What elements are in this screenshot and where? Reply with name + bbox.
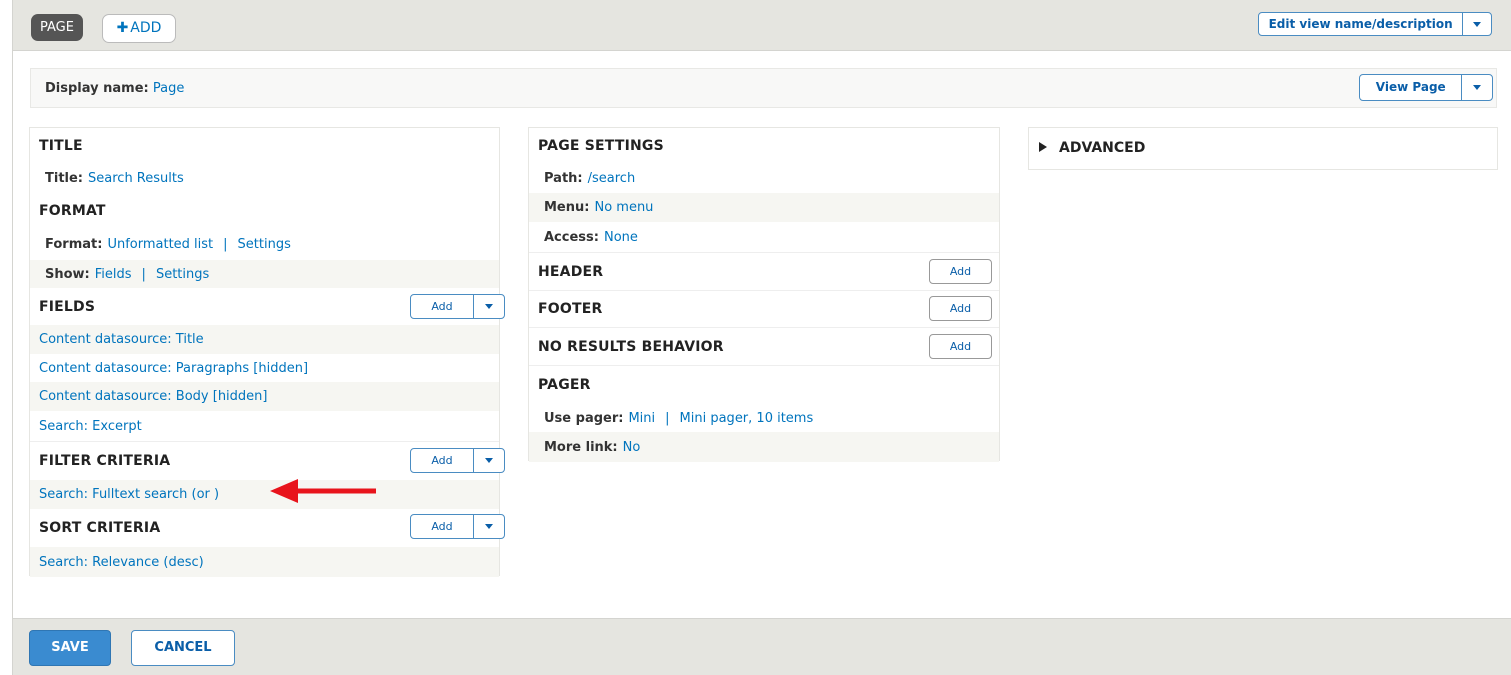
access-link[interactable]: None: [604, 230, 638, 245]
sort-add-dropbutton: Add: [410, 514, 505, 539]
sort-item-link[interactable]: Search: Relevance (desc): [39, 555, 204, 570]
view-page-button[interactable]: View Page: [1360, 75, 1461, 100]
access-label: Access:: [544, 229, 599, 245]
format-settings-link[interactable]: Settings: [238, 237, 291, 252]
display-tabs-bar: PAGE ✚ ADD Edit view name/description: [13, 0, 1511, 51]
more-link-row: More link: No: [529, 432, 999, 462]
filter-add-button[interactable]: Add: [411, 449, 473, 472]
add-display-button[interactable]: ✚ ADD: [102, 14, 176, 43]
path-link[interactable]: /search: [588, 171, 636, 186]
advanced-toggle[interactable]: ADVANCED: [1039, 140, 1145, 156]
filter-add-dropbutton: Add: [410, 448, 505, 473]
cancel-button[interactable]: CANCEL: [131, 630, 235, 666]
fields-add-dropbutton: Add: [410, 294, 505, 319]
header-add-button[interactable]: Add: [929, 259, 992, 284]
field-item-link[interactable]: Search: Excerpt: [39, 419, 142, 434]
column-first: TITLE Title: Search Results FORMAT Format…: [29, 127, 505, 577]
format-label: Format:: [45, 236, 103, 252]
sort-add-button[interactable]: Add: [411, 515, 473, 538]
field-item-link[interactable]: Content datasource: Title: [39, 332, 204, 347]
pager-label: Use pager:: [544, 410, 624, 426]
show-settings-link[interactable]: Settings: [156, 267, 209, 282]
caret-down-icon: [485, 304, 493, 309]
view-page-toggle[interactable]: [1461, 75, 1492, 100]
edit-view-dropbutton: Edit view name/description: [1258, 12, 1492, 36]
field-item[interactable]: Content datasource: Body [hidden]: [30, 382, 499, 411]
plus-icon: ✚: [116, 20, 129, 36]
column-second: PAGE SETTINGS Path:/search Menu: No menu …: [528, 127, 1000, 462]
field-item-link[interactable]: Content datasource: Body [hidden]: [39, 389, 267, 404]
more-link-link[interactable]: No: [623, 440, 641, 455]
show-label: Show:: [45, 266, 90, 282]
show-link[interactable]: Fields: [95, 267, 132, 282]
fields-add-button[interactable]: Add: [411, 295, 473, 318]
format-row: Format: Unformatted list | Settings: [30, 228, 499, 260]
field-item[interactable]: Search: Excerpt: [30, 411, 499, 441]
save-button[interactable]: SAVE: [29, 630, 111, 666]
display-name-link[interactable]: Page: [153, 81, 184, 96]
edit-view-name-button[interactable]: Edit view name/description: [1259, 13, 1462, 35]
display-name-bar: Display name: Page: [30, 68, 1497, 108]
no-results-add-button[interactable]: Add: [929, 334, 992, 359]
caret-down-icon: [1473, 21, 1482, 27]
triangle-right-icon: [1039, 142, 1047, 152]
title-label: Title:: [45, 171, 84, 186]
title-section-header: TITLE: [30, 128, 499, 164]
caret-down-icon: [1473, 85, 1482, 90]
field-item-link[interactable]: Content datasource: Paragraphs [hidden]: [39, 361, 308, 376]
pager-options-link[interactable]: Mini pager, 10 items: [680, 411, 814, 426]
column-third: ADVANCED: [1028, 127, 1498, 170]
menu-label: Menu:: [544, 200, 590, 215]
filter-add-toggle[interactable]: [473, 449, 504, 472]
access-row: Access: None: [529, 222, 999, 252]
path-label: Path:: [544, 171, 583, 186]
separator: |: [665, 410, 670, 426]
more-link-label: More link:: [544, 439, 618, 455]
path-row: Path: /search: [529, 164, 999, 193]
field-item[interactable]: Content datasource: Title: [30, 325, 499, 354]
display-name-label: Display name:: [45, 81, 149, 96]
title-row: Title: Search Results: [30, 164, 499, 193]
sort-add-toggle[interactable]: [473, 515, 504, 538]
add-display-label: ADD: [130, 20, 162, 36]
pager-row: Use pager: Mini | Mini pager, 10 items: [529, 404, 999, 432]
separator: |: [141, 266, 146, 282]
show-row: Show: Fields | Settings: [30, 260, 499, 288]
display-name: Display name: Page: [45, 81, 184, 96]
filter-item[interactable]: Search: Fulltext search (or ): [30, 480, 499, 509]
caret-down-icon: [485, 524, 493, 529]
advanced-label: ADVANCED: [1059, 140, 1146, 156]
separator: |: [223, 236, 228, 252]
title-link[interactable]: Search Results: [88, 171, 184, 186]
caret-down-icon: [485, 458, 493, 463]
menu-link[interactable]: No menu: [594, 200, 653, 215]
footer-add-button[interactable]: Add: [929, 296, 992, 321]
page-settings-header: PAGE SETTINGS: [529, 128, 999, 164]
views-ui-frame: PAGE ✚ ADD Edit view name/description Dis…: [12, 0, 1511, 675]
red-arrow-annotation: [270, 479, 376, 503]
filter-item-link[interactable]: Search: Fulltext search (or ): [39, 487, 219, 502]
form-actions-bar: SAVE CANCEL: [13, 618, 1511, 675]
menu-row: Menu: No menu: [529, 193, 999, 222]
tab-page[interactable]: PAGE: [31, 14, 83, 41]
fields-add-toggle[interactable]: [473, 295, 504, 318]
field-item[interactable]: Content datasource: Paragraphs [hidden]: [30, 354, 499, 382]
pager-link[interactable]: Mini: [628, 411, 655, 426]
view-page-dropbutton: View Page: [1359, 74, 1493, 101]
format-link[interactable]: Unformatted list: [107, 237, 213, 252]
pager-section-header: PAGER: [529, 365, 999, 404]
edit-view-toggle[interactable]: [1462, 13, 1491, 35]
sort-item[interactable]: Search: Relevance (desc): [30, 547, 499, 577]
format-section-header: FORMAT: [30, 193, 499, 228]
